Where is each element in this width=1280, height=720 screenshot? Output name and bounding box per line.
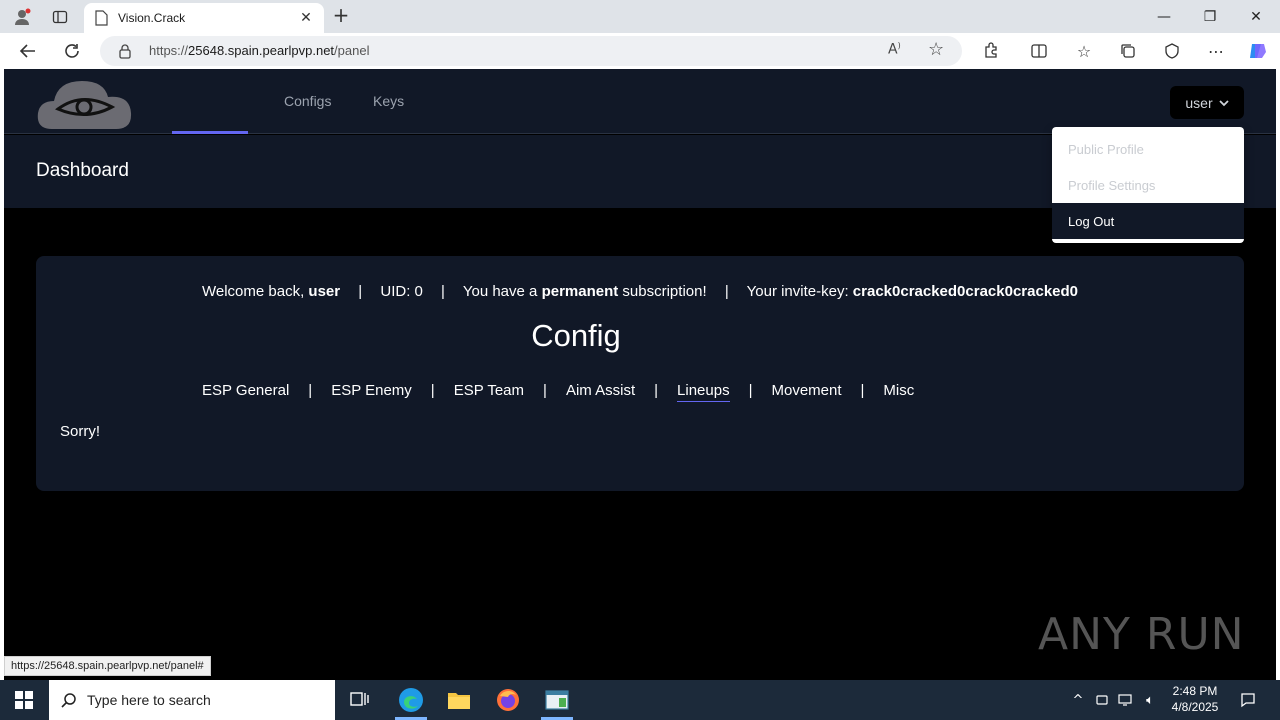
- windows-logo-icon: [15, 691, 33, 709]
- nav-keys[interactable]: Keys: [373, 93, 404, 109]
- uid-text: UID: 0: [380, 283, 423, 300]
- read-aloud-icon[interactable]: A): [888, 41, 901, 58]
- more-options-icon[interactable]: ⋯: [1204, 39, 1228, 63]
- config-tab-misc[interactable]: Misc: [883, 382, 914, 399]
- clock-date: 4/8/2025: [1171, 700, 1219, 714]
- new-tab-button[interactable]: +: [330, 5, 352, 27]
- menu-item-log-out[interactable]: Log Out: [1052, 203, 1244, 239]
- config-tab-esp-team[interactable]: ESP Team: [454, 382, 524, 399]
- user-dropdown-menu: Public Profile Profile Settings Log Out: [1052, 127, 1244, 243]
- welcome-line: Welcome back, user | UID: 0 | You have a…: [201, 283, 1079, 300]
- task-view-icon[interactable]: [336, 680, 384, 720]
- profile-icon[interactable]: [12, 7, 32, 27]
- nav-configs[interactable]: Configs: [284, 93, 331, 109]
- config-tab-lineups[interactable]: Lineups: [677, 382, 730, 402]
- refresh-icon[interactable]: [60, 39, 84, 63]
- minimize-button[interactable]: —: [1141, 0, 1187, 33]
- config-tab-esp-general[interactable]: ESP General: [202, 382, 289, 399]
- back-arrow-icon[interactable]: [16, 39, 40, 63]
- tab-title: Vision.Crack: [118, 11, 186, 25]
- site-navbar: Configs Keys user: [4, 69, 1276, 134]
- user-menu-button[interactable]: user: [1170, 86, 1244, 119]
- url-text[interactable]: https://25648.spain.pearlpvp.net/panel: [149, 43, 369, 58]
- app-window-icon[interactable]: [533, 680, 581, 720]
- taskbar-clock[interactable]: 2:48 PM 4/8/2025: [1164, 683, 1226, 715]
- browser-tab-strip: Vision.Crack ✕ + — ❐ ✕: [0, 0, 1280, 33]
- edge-taskbar-icon[interactable]: [387, 680, 435, 720]
- start-button[interactable]: [0, 680, 48, 720]
- file-explorer-icon[interactable]: [435, 680, 483, 720]
- search-icon: [61, 693, 76, 708]
- notifications-icon[interactable]: [1234, 680, 1262, 720]
- active-nav-indicator: [172, 131, 248, 134]
- web-page: Configs Keys user Dashboard Public Profi…: [4, 69, 1276, 680]
- lock-icon[interactable]: [118, 43, 132, 59]
- favorite-star-icon[interactable]: ☆: [928, 39, 944, 60]
- collections-icon[interactable]: [1116, 39, 1140, 63]
- link-status-bar: https://25648.spain.pearlpvp.net/panel#: [4, 656, 211, 676]
- config-title: Config: [531, 318, 621, 353]
- browser-tab[interactable]: Vision.Crack ✕: [84, 3, 324, 33]
- invite-key: crack0cracked0crack0cracked0: [852, 283, 1079, 300]
- windows-taskbar: Type here to search ^ 🔈︎ 2:48 PM 4/8/202…: [0, 680, 1280, 720]
- subscription-type: permanent: [541, 283, 619, 300]
- dashboard-card: Welcome back, user | UID: 0 | You have a…: [36, 256, 1244, 491]
- close-tab-icon[interactable]: ✕: [298, 10, 314, 26]
- meet-now-icon[interactable]: [1092, 680, 1112, 720]
- config-tab-movement[interactable]: Movement: [771, 382, 841, 399]
- copilot-icon[interactable]: [1246, 39, 1270, 63]
- config-tabs: ESP General | ESP Enemy | ESP Team | Aim Assis…: [202, 382, 914, 402]
- tab-actions-icon[interactable]: [50, 7, 70, 27]
- user-menu-label: user: [1185, 94, 1213, 111]
- chevron-down-icon: [1218, 99, 1229, 106]
- menu-item-public-profile[interactable]: Public Profile: [1052, 131, 1244, 167]
- clock-time: 2:48 PM: [1172, 684, 1218, 698]
- config-tab-aim-assist[interactable]: Aim Assist: [566, 382, 635, 399]
- username: user: [308, 283, 341, 300]
- tab-content-message: Sorry!: [60, 423, 101, 440]
- search-placeholder: Type here to search: [87, 692, 211, 708]
- extensions-icon[interactable]: [979, 39, 1003, 63]
- page-icon: [95, 10, 108, 26]
- cloud-eye-logo[interactable]: [34, 75, 134, 131]
- page-title: Dashboard: [36, 160, 129, 181]
- favorites-icon[interactable]: ☆: [1072, 39, 1096, 63]
- browser-toolbar: https://25648.spain.pearlpvp.net/panel A…: [0, 33, 1280, 69]
- restore-button[interactable]: ❐: [1187, 0, 1233, 33]
- split-screen-icon[interactable]: [1027, 39, 1051, 63]
- browser-essentials-icon[interactable]: [1160, 39, 1184, 63]
- taskbar-search[interactable]: Type here to search: [49, 680, 335, 720]
- address-bar[interactable]: https://25648.spain.pearlpvp.net/panel A…: [100, 36, 962, 66]
- show-hidden-icons-chevron-icon[interactable]: ^: [1068, 680, 1088, 720]
- config-tab-esp-enemy[interactable]: ESP Enemy: [331, 382, 412, 399]
- menu-item-profile-settings[interactable]: Profile Settings: [1052, 167, 1244, 203]
- firefox-icon[interactable]: [484, 680, 532, 720]
- volume-icon[interactable]: 🔈︎: [1140, 680, 1160, 720]
- close-window-button[interactable]: ✕: [1233, 0, 1279, 33]
- network-icon[interactable]: [1116, 680, 1136, 720]
- anyrun-watermark: ANY RUN: [1038, 609, 1245, 660]
